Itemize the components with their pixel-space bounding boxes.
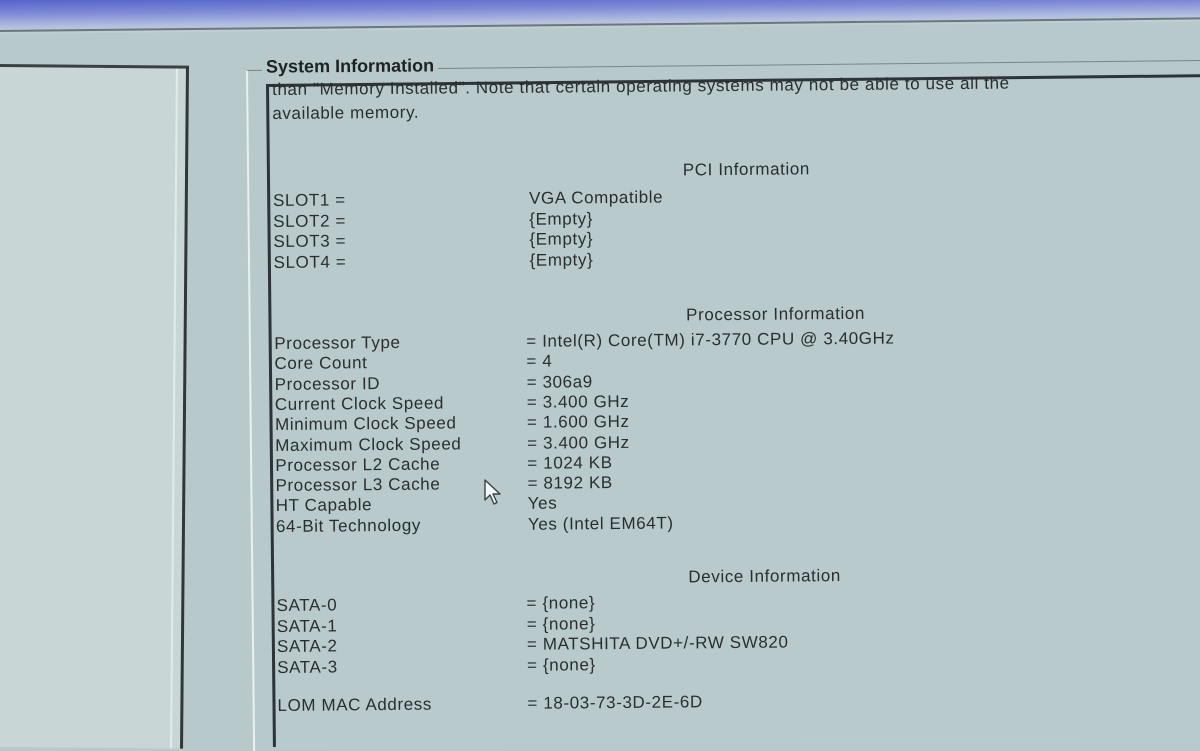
device-section-title: Device Information: [688, 566, 841, 587]
pci-slot-value: {Empty}: [529, 209, 593, 230]
lom-mac-value: = 18-03-73-3D-2E-6D: [527, 692, 703, 714]
processor-info-value: = 1.600 GHz: [527, 412, 630, 433]
sata-device-label: SATA-3: [277, 657, 338, 678]
processor-info-value: Yes: [528, 494, 558, 514]
processor-info-label: Minimum Clock Speed: [275, 414, 457, 436]
processor-info-label: Processor L2 Cache: [275, 454, 440, 475]
pci-section-title: PCI Information: [683, 159, 810, 180]
pci-slot-value: {Empty}: [529, 229, 593, 250]
sata-device-value: = {none}: [527, 614, 596, 635]
processor-info-value: = Intel(R) Core(TM) i7-3770 CPU @ 3.40GH…: [526, 329, 894, 352]
pci-slot-label: SLOT3 =: [273, 231, 346, 252]
processor-info-label: Processor L3 Cache: [275, 475, 440, 496]
processor-info-value: = 8192 KB: [527, 473, 612, 494]
settings-tree-panel[interactable]: [0, 64, 189, 749]
mouse-pointer-icon: [483, 478, 505, 508]
sata-device-label: SATA-1: [277, 616, 338, 637]
processor-info-value: = 3.400 GHz: [527, 432, 630, 453]
sata-device-label: SATA-2: [277, 636, 338, 657]
processor-info-value: = 3.400 GHz: [527, 392, 630, 413]
processor-info-label: Processor ID: [275, 374, 381, 395]
pci-slot-label: SLOT2 =: [273, 211, 346, 232]
sata-device-value: = {none}: [527, 655, 596, 676]
sata-device-label: SATA-0: [277, 595, 338, 616]
pci-slot-value: {Empty}: [530, 250, 594, 271]
pci-slot-label: SLOT1 =: [273, 190, 346, 211]
processor-info-label: Core Count: [274, 353, 367, 374]
processor-info-label: Current Clock Speed: [275, 393, 444, 414]
lom-mac-label: LOM MAC Address: [277, 695, 432, 716]
processor-info-value: = 4: [526, 352, 552, 372]
processor-info-label: Processor Type: [274, 333, 400, 354]
processor-section-title: Processor Information: [686, 304, 865, 326]
pci-slot-label: SLOT4 =: [274, 252, 347, 273]
sata-device-value: = {none}: [527, 593, 596, 614]
group-title: System Information: [262, 55, 438, 77]
memory-note: than "Memory Installed". Note that certa…: [272, 72, 1010, 126]
processor-info-label: 64-Bit Technology: [276, 515, 421, 536]
processor-info-value: = 1024 KB: [527, 453, 612, 474]
sata-device-value: = MATSHITA DVD+/-RW SW820: [527, 633, 789, 655]
pci-slot-value: VGA Compatible: [529, 188, 663, 209]
panel-edge: [170, 69, 178, 749]
processor-info-value: Yes (Intel EM64T): [528, 513, 674, 534]
processor-info-value: = 306a9: [527, 372, 593, 393]
processor-info-label: Maximum Clock Speed: [275, 434, 461, 456]
processor-info-label: HT Capable: [276, 496, 373, 517]
